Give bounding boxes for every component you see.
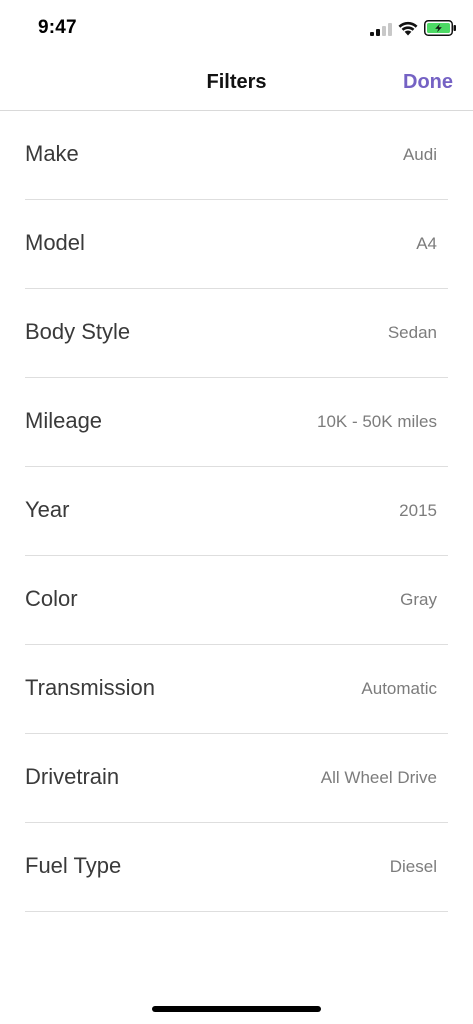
filter-label: Drivetrain xyxy=(25,764,120,789)
filter-value: Sedan xyxy=(387,323,437,342)
filter-value: Gray xyxy=(400,590,437,609)
wifi-icon xyxy=(398,21,418,36)
filter-list: Make Audi Model A4 Body Style Sedan Mile… xyxy=(0,111,473,912)
filter-row-body-style[interactable]: Body Style Sedan xyxy=(25,289,448,378)
filter-label: Body Style xyxy=(25,319,131,344)
filter-label: Mileage xyxy=(25,408,103,433)
filter-row-mileage[interactable]: Mileage 10K - 50K miles xyxy=(25,378,448,467)
done-button[interactable]: Done xyxy=(403,71,453,94)
filter-row-fuel-type[interactable]: Fuel Type Diesel xyxy=(25,823,448,912)
filter-row-transmission[interactable]: Transmission Automatic xyxy=(25,645,448,734)
status-bar: 9:47 xyxy=(0,0,473,55)
cellular-signal-icon xyxy=(370,22,392,36)
filter-row-make[interactable]: Make Audi xyxy=(25,111,448,200)
filter-value: Automatic xyxy=(361,679,437,698)
home-indicator[interactable] xyxy=(152,1006,321,1012)
filter-value: A4 xyxy=(416,234,437,253)
battery-charging-icon xyxy=(424,20,456,36)
filter-row-year[interactable]: Year 2015 xyxy=(25,467,448,556)
filter-label: Year xyxy=(25,497,70,522)
filter-value: 2015 xyxy=(399,501,437,520)
filter-label: Fuel Type xyxy=(25,853,122,878)
filter-value: Diesel xyxy=(389,857,437,876)
filter-row-color[interactable]: Color Gray xyxy=(25,556,448,645)
filter-label: Make xyxy=(25,141,79,166)
filter-row-model[interactable]: Model A4 xyxy=(25,200,448,289)
filter-label: Model xyxy=(25,230,85,255)
filter-value: Audi xyxy=(402,145,437,164)
filter-label: Color xyxy=(25,586,78,611)
status-time: 9:47 xyxy=(38,17,77,38)
filter-label: Transmission xyxy=(25,675,155,700)
navigation-bar: Filters Done xyxy=(0,55,473,111)
filter-row-drivetrain[interactable]: Drivetrain All Wheel Drive xyxy=(25,734,448,823)
filter-value: All Wheel Drive xyxy=(320,768,437,787)
filter-value: 10K - 50K miles xyxy=(317,412,437,431)
